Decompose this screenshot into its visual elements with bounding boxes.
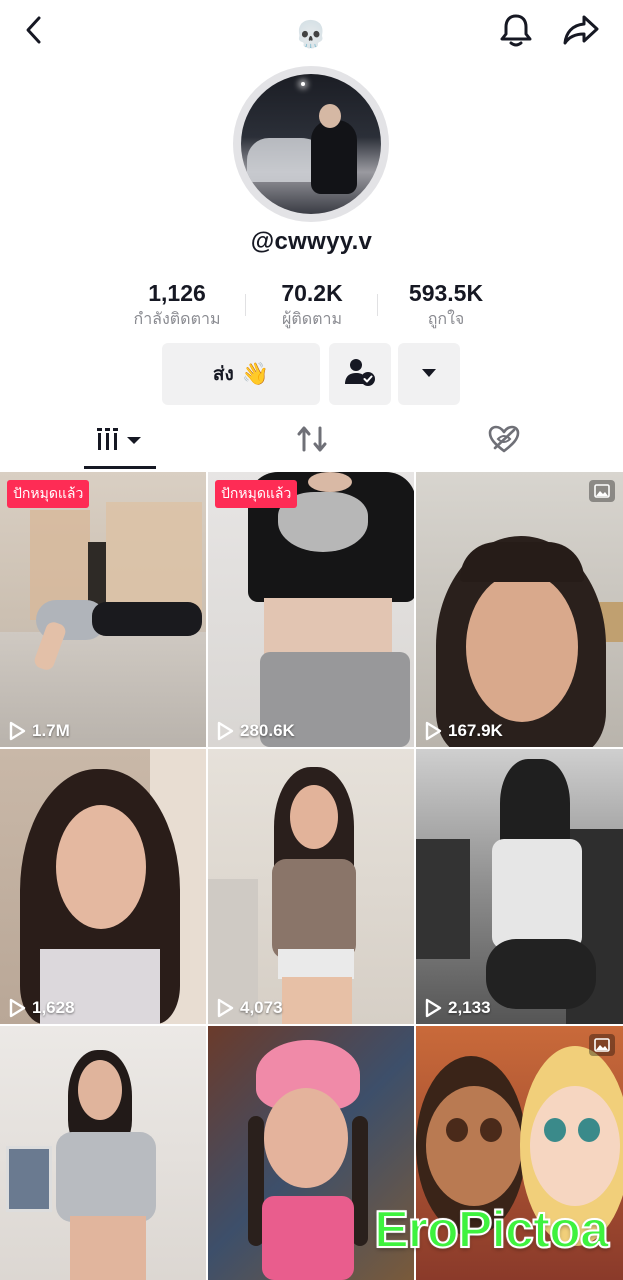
video-tile[interactable]: 2,133 [416, 749, 623, 1024]
video-tile[interactable]: ปักหมุดแล้ว 1.7M [0, 472, 206, 747]
video-tile[interactable]: 167.9K [416, 472, 623, 747]
view-count: 2,133 [424, 998, 491, 1018]
user-check-icon [345, 358, 375, 391]
followers-count: 70.2K [281, 280, 343, 306]
stats-divider [245, 294, 246, 316]
heart-hidden-icon [487, 424, 521, 459]
tab-reposts[interactable] [276, 416, 348, 466]
watermark-logo: EroPictoa [373, 1200, 610, 1260]
view-count: 1,628 [8, 998, 75, 1018]
caret-down-icon [421, 365, 437, 383]
chevron-left-icon [23, 15, 45, 50]
more-options-button[interactable] [398, 343, 460, 405]
avatar-ring [233, 66, 389, 222]
video-tile[interactable]: 1,628 [0, 749, 206, 1024]
top-bar: 💀 [0, 0, 623, 66]
back-button[interactable] [14, 12, 54, 52]
tab-liked[interactable] [468, 416, 540, 466]
share-arrow-icon [562, 13, 600, 52]
profile-title-emoji: 💀 [294, 20, 328, 50]
pinned-badge: ปักหมุดแล้ว [7, 480, 90, 508]
grid-bars-icon [96, 426, 144, 457]
avatar[interactable] [241, 74, 381, 214]
stats-row: 1,126 กำลังติดตาม 70.2K ผู้ติดตาม 593.5K… [0, 278, 623, 334]
video-tile[interactable] [0, 1026, 206, 1280]
tab-videos[interactable] [84, 416, 156, 466]
following-count: 1,126 [148, 280, 206, 306]
play-icon [425, 721, 442, 741]
message-button-label: ส่ง [212, 363, 234, 385]
followers-label: ผู้ติดตาม [281, 309, 343, 328]
likes-label: ถูกใจ [427, 309, 465, 328]
view-count: 1.7M [8, 721, 70, 741]
pinned-badge: ปักหมุดแล้ว [215, 480, 298, 508]
photo-post-icon [589, 480, 615, 502]
profile-page: 💀 @cwwyy.v 1,126 กำลังติดตาม 70.2K ผู้ติ… [0, 0, 623, 1280]
video-tile[interactable]: ปักหมุดแล้ว 280.6K [208, 472, 414, 747]
view-count: 167.9K [424, 721, 503, 741]
wave-emoji-icon: 👋 [241, 361, 270, 387]
play-icon [9, 721, 26, 741]
play-icon [425, 998, 442, 1018]
view-count: 280.6K [216, 721, 295, 741]
repost-icon [296, 424, 328, 459]
video-grid: ปักหมุดแล้ว 1.7M ปักหมุดแล้ว 280.6K 167.… [0, 472, 623, 1280]
following-stat[interactable]: 1,126 กำลังติดตาม [118, 278, 236, 330]
view-count: 4,073 [216, 998, 283, 1018]
bell-icon [499, 12, 533, 53]
notifications-button[interactable] [494, 10, 538, 54]
photo-post-icon [589, 1034, 615, 1056]
following-label: กำลังติดตาม [133, 309, 221, 328]
following-status-button[interactable] [329, 343, 391, 405]
content-tabs [0, 416, 623, 470]
play-icon [9, 998, 26, 1018]
active-tab-indicator [84, 466, 156, 469]
play-icon [217, 721, 234, 741]
video-tile[interactable]: 4,073 [208, 749, 414, 1024]
username: @cwwyy.v [250, 228, 373, 255]
likes-stat[interactable]: 593.5K ถูกใจ [388, 278, 504, 330]
share-button[interactable] [558, 10, 604, 54]
likes-count: 593.5K [408, 280, 484, 306]
followers-stat[interactable]: 70.2K ผู้ติดตาม [258, 278, 366, 330]
message-button[interactable]: ส่ง 👋 [162, 343, 320, 405]
play-icon [217, 998, 234, 1018]
stats-divider [377, 294, 378, 316]
